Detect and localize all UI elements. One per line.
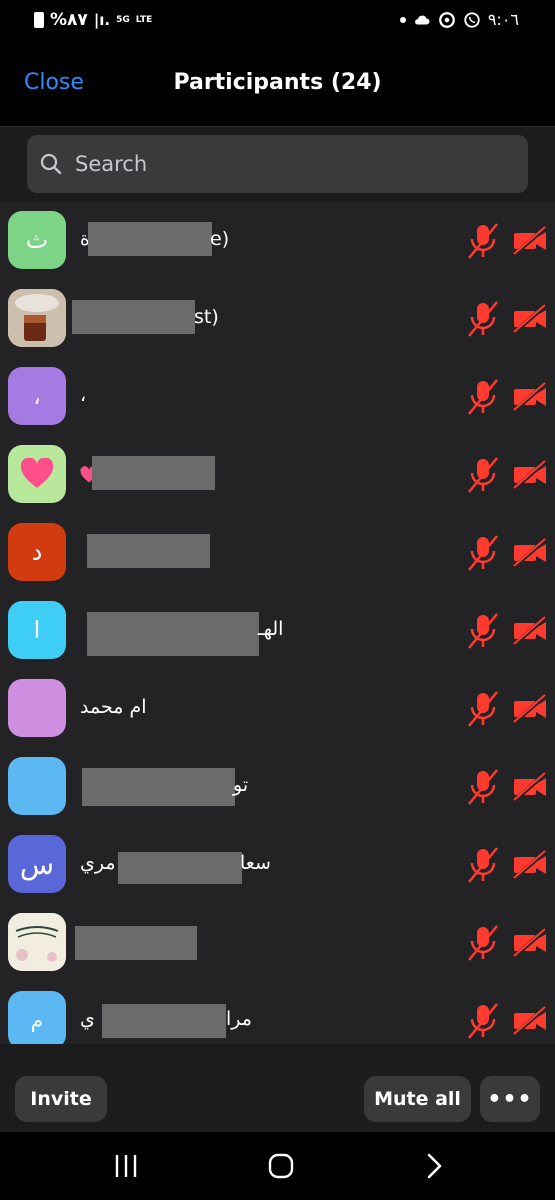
video-off-icon[interactable] bbox=[512, 616, 548, 646]
clock: ٩:٠٦ bbox=[487, 10, 519, 29]
video-off-icon[interactable] bbox=[512, 226, 548, 256]
video-off-icon[interactable] bbox=[512, 460, 548, 490]
mic-muted-icon[interactable] bbox=[466, 768, 500, 806]
video-off-icon[interactable] bbox=[512, 1006, 548, 1036]
recent-apps-icon[interactable] bbox=[113, 1152, 139, 1180]
participant-name-tail: تو bbox=[233, 774, 249, 796]
participant-row[interactable] bbox=[0, 436, 555, 514]
back-icon[interactable] bbox=[424, 1152, 444, 1180]
redacted-name bbox=[82, 768, 235, 806]
avatar-photo bbox=[8, 913, 66, 971]
lte-indicator: LTE bbox=[135, 14, 153, 25]
participants-list[interactable]: ث ة e) st) ، ، د ا الهـ ام محمد تو س مري… bbox=[0, 202, 555, 1044]
whatsapp-icon bbox=[464, 11, 480, 28]
participant-name-tail: سعا bbox=[240, 852, 271, 874]
redacted-name bbox=[118, 852, 242, 884]
participant-row[interactable]: د bbox=[0, 514, 555, 592]
participant-row[interactable]: ا الهـ bbox=[0, 592, 555, 670]
participant-name-tail: مرا bbox=[226, 1008, 252, 1030]
search-icon bbox=[40, 153, 62, 175]
avatar bbox=[8, 913, 66, 971]
redacted-name bbox=[88, 222, 212, 256]
home-icon[interactable] bbox=[267, 1152, 295, 1180]
avatar: س bbox=[8, 835, 66, 893]
participant-name: ام محمد bbox=[80, 696, 147, 718]
avatar bbox=[8, 445, 66, 503]
invite-button[interactable]: Invite bbox=[15, 1076, 107, 1122]
mic-muted-icon[interactable] bbox=[466, 612, 500, 650]
redacted-name bbox=[72, 300, 195, 334]
participant-row[interactable]: ، ، bbox=[0, 358, 555, 436]
mic-muted-icon[interactable] bbox=[466, 534, 500, 572]
participant-row[interactable]: ث ة e) bbox=[0, 202, 555, 280]
participant-row[interactable]: م ي مرا bbox=[0, 982, 555, 1044]
mic-muted-icon[interactable] bbox=[466, 924, 500, 962]
avatar: ا bbox=[8, 601, 66, 659]
participant-name-tail: st) bbox=[194, 306, 219, 328]
cloud-icon bbox=[414, 15, 430, 24]
mic-muted-icon[interactable] bbox=[466, 378, 500, 416]
mic-muted-icon[interactable] bbox=[466, 846, 500, 884]
sync-icon bbox=[438, 11, 455, 28]
mic-muted-icon[interactable] bbox=[466, 222, 500, 260]
heart-icon bbox=[20, 458, 54, 488]
search-box[interactable] bbox=[27, 135, 528, 193]
avatar: ، bbox=[8, 367, 66, 425]
more-options-button[interactable]: ••• bbox=[480, 1076, 540, 1122]
participant-row[interactable]: st) bbox=[0, 280, 555, 358]
video-off-icon[interactable] bbox=[512, 382, 548, 412]
participant-row[interactable]: س مري سعا bbox=[0, 826, 555, 904]
status-bar: %٨٧ |ı. 5G LTE ٩:٠٦ bbox=[0, 0, 555, 42]
avatar: د bbox=[8, 523, 66, 581]
avatar bbox=[8, 289, 66, 347]
mute-all-button[interactable]: Mute all bbox=[364, 1076, 471, 1122]
redacted-name bbox=[87, 534, 210, 568]
system-nav-bar bbox=[0, 1132, 555, 1200]
avatar-photo bbox=[8, 289, 66, 347]
video-off-icon[interactable] bbox=[512, 304, 548, 334]
video-off-icon[interactable] bbox=[512, 928, 548, 958]
bottom-toolbar: Invite Mute all ••• bbox=[0, 1044, 555, 1132]
participant-name: ، bbox=[80, 384, 87, 406]
signal-icon: |ı. bbox=[93, 11, 111, 29]
status-left: %٨٧ |ı. 5G LTE bbox=[34, 10, 152, 30]
video-off-icon[interactable] bbox=[512, 694, 548, 724]
redacted-name bbox=[92, 456, 215, 490]
mic-muted-icon[interactable] bbox=[466, 1002, 500, 1040]
mic-muted-icon[interactable] bbox=[466, 300, 500, 338]
more-dots-icon: ••• bbox=[487, 1086, 533, 1112]
redacted-name bbox=[75, 926, 197, 960]
participant-row[interactable]: تو bbox=[0, 748, 555, 826]
avatar bbox=[8, 757, 66, 815]
search-input[interactable] bbox=[75, 143, 515, 185]
avatar: ث bbox=[8, 211, 66, 269]
video-off-icon[interactable] bbox=[512, 538, 548, 568]
participant-row[interactable]: ام محمد bbox=[0, 670, 555, 748]
page-title: Participants (24) bbox=[173, 70, 382, 95]
participant-row[interactable] bbox=[0, 904, 555, 982]
notification-dot-icon bbox=[399, 16, 406, 23]
header: Close Participants (24) bbox=[0, 42, 555, 127]
participant-name-tail: e) bbox=[210, 228, 230, 250]
redacted-name bbox=[87, 612, 259, 656]
participant-name-tail: الهـ bbox=[258, 618, 284, 640]
avatar: م bbox=[8, 991, 66, 1044]
search-area bbox=[0, 127, 555, 202]
participant-name: مري bbox=[80, 852, 116, 874]
battery-level: %٨٧ bbox=[50, 10, 88, 30]
video-off-icon[interactable] bbox=[512, 850, 548, 880]
participant-name: ي bbox=[80, 1008, 95, 1030]
redacted-name bbox=[102, 1004, 226, 1038]
video-off-icon[interactable] bbox=[512, 772, 548, 802]
status-right: ٩:٠٦ bbox=[399, 10, 519, 29]
mic-muted-icon[interactable] bbox=[466, 690, 500, 728]
battery-icon bbox=[34, 12, 44, 28]
mic-muted-icon[interactable] bbox=[466, 456, 500, 494]
avatar bbox=[8, 679, 66, 737]
network-type: 5G bbox=[116, 14, 130, 25]
